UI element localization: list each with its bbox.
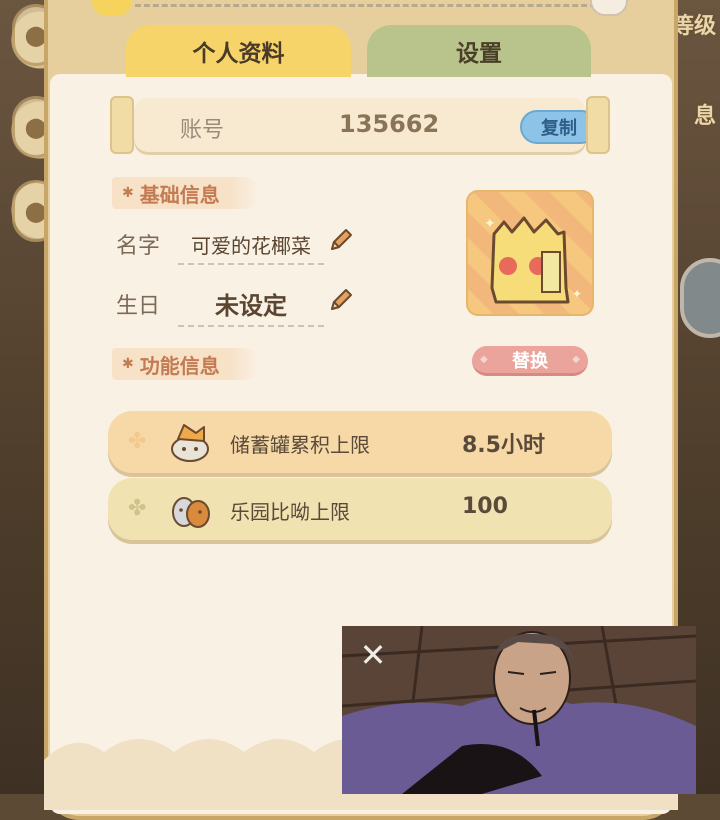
edit-name-pencil-icon[interactable] — [328, 227, 354, 253]
replace-avatar-label: 替换 — [512, 350, 548, 372]
piggy-bank-limit-value: 8.5小时 — [462, 433, 545, 458]
tab-settings[interactable]: 设置 — [367, 25, 591, 77]
tab-profile[interactable]: 个人资料 — [126, 25, 351, 77]
panel-dashed-divider — [135, 4, 605, 7]
account-id: 135662 — [339, 110, 440, 138]
feature-info-title: ✱ 功能信息 — [112, 348, 260, 380]
birthday-label: 生日 — [116, 294, 161, 319]
level-button-label[interactable]: 等级 — [672, 8, 716, 40]
account-bar-cap-left — [110, 96, 134, 154]
paradise-pets-icon — [172, 497, 210, 528]
feature-info-title-text: 功能信息 — [139, 353, 220, 378]
paradise-limit-value: 100 — [462, 494, 508, 519]
piggy-bank-limit-label: 储蓄罐累积上限 — [230, 433, 370, 457]
account-bar-body: 账号 135662 复制 — [134, 98, 598, 152]
clover-icon: ✤ — [128, 429, 147, 454]
account-bar: 账号 135662 复制 — [110, 96, 610, 154]
replace-avatar-button[interactable]: ◆ 替换 ◆ — [472, 346, 588, 376]
feature-row-piggy-bank: ✤ 储蓄罐累积上限 8.5小时 — [108, 411, 612, 473]
account-bar-cap-right — [586, 96, 610, 154]
basic-info-title-text: 基础信息 — [139, 182, 220, 207]
right-round-button[interactable] — [680, 258, 720, 338]
birthday-value: 未设定 — [178, 286, 324, 327]
video-frame — [342, 626, 696, 794]
clover-icon: ✱ — [122, 185, 134, 201]
edit-birthday-pencil-icon[interactable] — [328, 287, 354, 313]
svg-text:✦: ✦ — [484, 216, 496, 232]
basic-info-title: ✱ 基础信息 — [112, 177, 260, 209]
close-icon[interactable]: ✕ — [358, 639, 388, 671]
paradise-limit-label: 乐园比呦上限 — [230, 500, 350, 524]
feature-row-paradise: ✤ 乐园比呦上限 100 — [108, 478, 612, 540]
video-overlay: ✕ — [342, 626, 696, 794]
clover-icon: ✤ — [128, 496, 147, 521]
svg-text:✦: ✦ — [572, 287, 582, 301]
bread-cat-avatar-icon: ✦ ✦ — [484, 216, 582, 304]
left-sidebar: ⬤ ⬤ ⬤ — [0, 0, 60, 794]
name-value: 可爱的花椰菜 — [178, 230, 324, 265]
avatar[interactable]: ✦ ✦ — [466, 190, 594, 316]
clover-icon: ✱ — [122, 356, 134, 372]
account-label: 账号 — [180, 118, 225, 143]
info-button-label[interactable]: 息 — [694, 98, 716, 130]
name-label: 名字 — [116, 234, 161, 259]
piggy-bank-pet-icon — [171, 424, 209, 462]
